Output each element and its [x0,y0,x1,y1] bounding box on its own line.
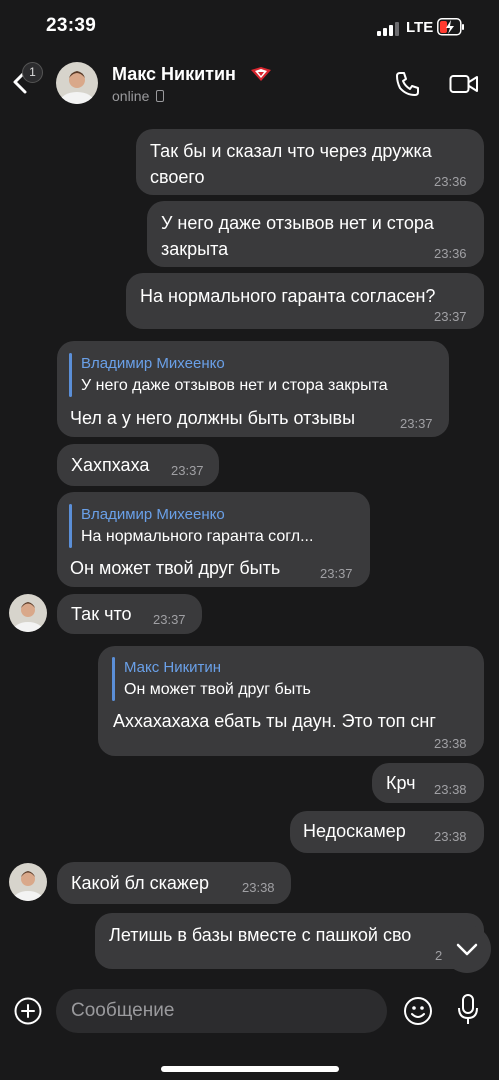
message-text: Хахпхаха [71,455,150,475]
reply-quote-bar [69,353,72,397]
message-time: 23:38 [434,829,467,844]
message-time: 23:36 [434,246,467,261]
contact-status: online [112,88,165,104]
contact-avatar[interactable] [56,62,98,104]
message-time: 23:38 [434,782,467,797]
sender-avatar[interactable] [9,594,47,632]
message-text: Так бы и сказал что через дружка [150,141,432,161]
mobile-device-icon [156,90,165,102]
microphone-icon[interactable] [455,993,481,1027]
status-time: 23:39 [46,15,97,36]
message-time: 23:36 [434,174,467,189]
message-text: закрыта [161,239,229,259]
message-text: Недоскамер [303,821,406,841]
battery-icon [437,18,464,36]
message-text: Аххахахаха ебать ты даун. Это топ снг [113,711,436,731]
contact-name[interactable]: Макс Никитин [112,64,236,85]
reply-quote-bar [69,504,72,548]
reply-text: У него даже отзывов нет и стора закрыта [81,377,388,394]
reply-text: На нормального гаранта согл... [81,528,314,545]
message-text: На нормального гаранта согласен? [140,286,436,306]
message-time: 23:37 [434,309,467,324]
video-icon[interactable] [449,72,479,96]
reply-author: Владимир Михеенко [81,506,225,523]
reply-author: Макс Никитин [124,659,222,676]
plus-icon[interactable] [13,996,43,1026]
message-text: Летишь в базы вместе с пашкой сво [109,925,412,945]
message-time: 23:37 [320,566,353,581]
message-text: своего [150,167,205,187]
phone-icon[interactable] [394,70,422,98]
network-label: LTE [406,19,434,36]
message-text: Так что [71,604,132,624]
scroll-to-bottom-button[interactable] [443,925,491,973]
status-label: online [112,88,150,104]
home-indicator [161,1066,339,1072]
message-time: 23:37 [400,416,433,431]
message-time: 23:37 [171,463,204,478]
message-time: 23:38 [434,736,467,751]
spartak-icon [251,67,271,81]
message-text: Чел а у него должны быть отзывы [70,408,356,428]
reply-text: Он может твой друг быть [124,681,311,698]
sender-avatar[interactable] [9,863,47,901]
message-bubble-outgoing[interactable]: Летишь в базы вместе с пашкой сво 2 [95,913,484,969]
emoji-icon[interactable] [402,995,434,1027]
message-placeholder: Сообщение [71,1000,175,1021]
reply-author: Владимир Михеенко [81,355,225,372]
message-text: Он может твой друг быть [70,558,281,578]
message-time: 23:37 [153,612,186,627]
message-text: Крч [386,773,416,793]
message-text: У него даже отзывов нет и стора [161,213,434,233]
unread-badge: 1 [22,62,43,83]
signal-icon [377,22,399,36]
message-time: 2 [435,948,443,963]
chevron-down-icon [456,943,478,956]
reply-quote-bar [112,657,115,701]
message-time: 23:38 [242,880,275,895]
message-text: Какой бл скажер [71,873,209,893]
